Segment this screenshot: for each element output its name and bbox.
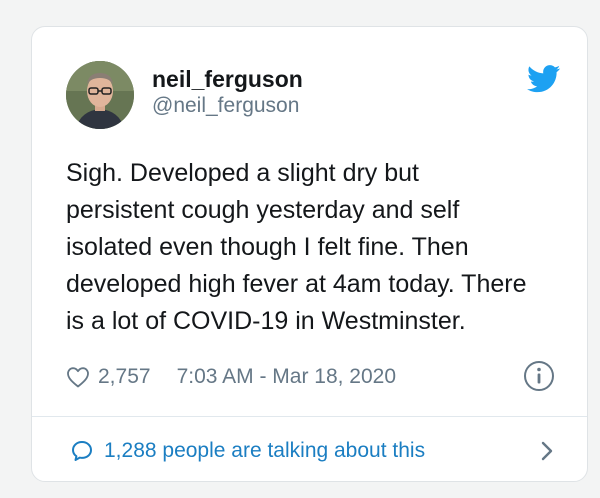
display-name[interactable]: neil_ferguson (152, 65, 303, 93)
like-count[interactable]: 2,757 (98, 365, 151, 389)
timestamp[interactable]: 7:03 AM - Mar 18, 2020 (177, 365, 396, 389)
avatar-photo (66, 61, 134, 129)
user-handle[interactable]: @neil_ferguson (152, 93, 299, 119)
conversation-link[interactable]: 1,288 people are talking about this (70, 433, 425, 469)
chevron-right-icon[interactable] (537, 437, 557, 465)
tweet-meta: 2,757 7:03 AM - Mar 18, 2020 (66, 359, 396, 395)
info-icon[interactable] (523, 360, 555, 392)
tweet-card[interactable]: neil_ferguson @neil_ferguson Sigh. Devel… (31, 26, 588, 482)
conversation-label[interactable]: 1,288 people are talking about this (104, 439, 425, 463)
heart-icon[interactable] (66, 366, 90, 388)
twitter-bird-icon[interactable] (527, 65, 561, 93)
divider (32, 416, 587, 417)
speech-bubble-icon (72, 441, 92, 461)
avatar[interactable] (66, 61, 134, 129)
tweet-text: Sigh. Developed a slight dry but persist… (66, 159, 527, 335)
